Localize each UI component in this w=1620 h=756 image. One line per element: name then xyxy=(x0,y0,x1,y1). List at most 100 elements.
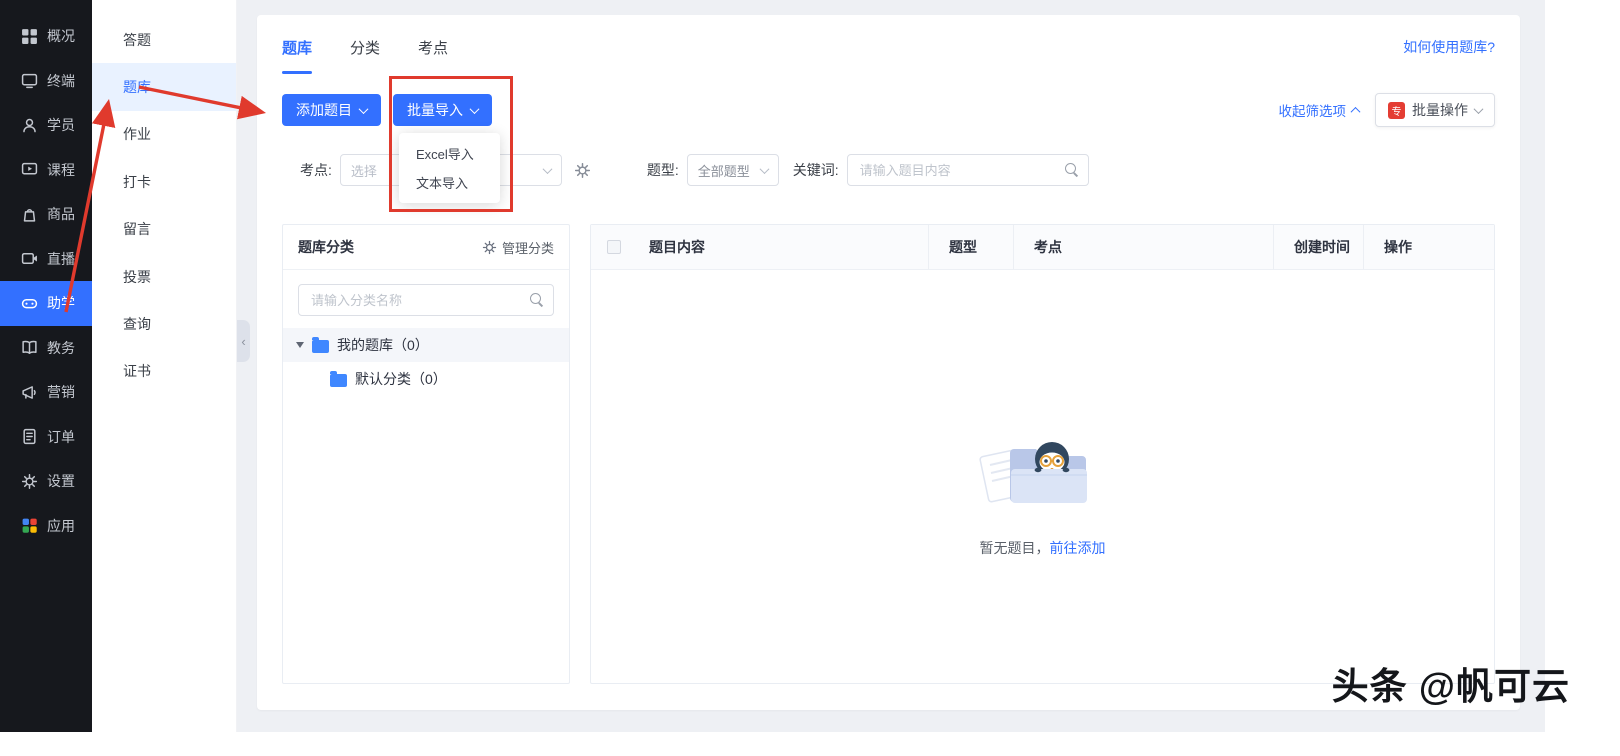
tab-1[interactable]: 分类 xyxy=(350,15,380,79)
help-link[interactable]: 如何使用题库? xyxy=(1403,37,1495,57)
tab-0[interactable]: 题库 xyxy=(282,15,312,79)
sidebar-item-users[interactable]: 学员 xyxy=(0,103,92,148)
question-table-panel: 题目内容 题型 考点 创建时间 操作 暂无题目，前往添加 xyxy=(590,224,1495,684)
tabs: 题库 分类 考点 xyxy=(282,15,486,79)
submenu-item-1[interactable]: 题库 xyxy=(92,63,236,111)
caret-down-icon[interactable] xyxy=(296,342,304,348)
table-header: 题目内容 题型 考点 创建时间 操作 xyxy=(591,225,1494,270)
sidebar-item-edu[interactable]: 教务 xyxy=(0,326,92,371)
chevron-down-icon xyxy=(358,103,369,114)
go-add-link[interactable]: 前往添加 xyxy=(1050,540,1106,556)
apps-icon xyxy=(21,517,38,534)
category-search-input[interactable] xyxy=(298,284,554,316)
submenu-item-0[interactable]: 答题 xyxy=(92,16,236,63)
batch-import-label: 批量导入 xyxy=(407,102,463,118)
batch-import-button[interactable]: 批量导入 xyxy=(393,94,492,126)
submenu-item-5[interactable]: 投票 xyxy=(92,253,236,300)
edu-icon xyxy=(21,339,38,356)
sidebar-item-course[interactable]: 课程 xyxy=(0,148,92,193)
sidebar-item-marketing[interactable]: 营销 xyxy=(0,370,92,415)
table-column-4: 操作 xyxy=(1384,239,1412,255)
select-all-checkbox[interactable] xyxy=(607,240,621,254)
tab-2[interactable]: 考点 xyxy=(418,15,448,79)
chevron-up-icon xyxy=(1350,106,1361,117)
empty-illustration xyxy=(978,442,1087,503)
submenu-item-4[interactable]: 留言 xyxy=(92,206,236,253)
chevron-down-icon xyxy=(759,163,770,174)
primary-sidebar: 概况终端学员课程商品直播助学教务 营销订单设置应用 xyxy=(0,0,92,732)
panels: 题库分类 管理分类 我的题库（0） 默认分类（0） 题目内容题型考点创建时间 操作 xyxy=(257,224,1520,684)
manage-categories-button[interactable]: 管理分类 xyxy=(482,238,554,257)
sidebar-item-label: 商品 xyxy=(47,206,75,223)
tree-node-label: 我的题库（0） xyxy=(337,337,429,353)
sidebar-item-label: 设置 xyxy=(47,473,75,490)
sidebar-item-label: 课程 xyxy=(47,161,75,178)
sidebar-item-label: 学员 xyxy=(47,117,75,134)
sidebar-item-apps[interactable]: 应用 xyxy=(0,504,92,549)
sidebar-item-label: 终端 xyxy=(47,72,75,89)
folder-icon xyxy=(330,370,347,387)
chevron-down-icon xyxy=(469,103,480,114)
filter-keyword: 关键词: xyxy=(793,154,1089,186)
type-select[interactable]: 全部题型 xyxy=(686,154,779,186)
study-icon xyxy=(21,295,38,312)
sidebar-item-live[interactable]: 直播 xyxy=(0,237,92,282)
add-question-label: 添加题目 xyxy=(296,102,352,118)
table-column-1: 题型 xyxy=(929,225,1014,269)
add-question-button[interactable]: 添加题目 xyxy=(282,94,381,126)
toolbar: 添加题目 批量导入 收起筛选项 专 批量操作 xyxy=(257,93,1520,127)
sidebar-item-order[interactable]: 订单 xyxy=(0,415,92,460)
batch-operations-label: 批量操作 xyxy=(1412,102,1468,118)
sidebar-item-settings[interactable]: 设置 xyxy=(0,459,92,504)
sidebar-item-label: 概况 xyxy=(47,28,75,45)
kaodian-settings-gear-icon[interactable] xyxy=(574,162,591,179)
grid-icon xyxy=(21,28,38,45)
submenu-item-3[interactable]: 打卡 xyxy=(92,158,236,205)
tabs-row: 题库 分类 考点 如何使用题库? xyxy=(257,15,1520,79)
keyword-input-wrap xyxy=(846,154,1089,186)
sidebar-item-grid[interactable]: 概况 xyxy=(0,14,92,59)
import-menu-item-1[interactable]: 文本导入 xyxy=(399,168,500,197)
gear-icon xyxy=(482,240,497,255)
toolbar-right: 收起筛选项 专 批量操作 xyxy=(1278,93,1495,127)
live-icon xyxy=(21,250,38,267)
collapse-filters-link[interactable]: 收起筛选项 xyxy=(1278,100,1361,120)
table-column-0: 题目内容 xyxy=(637,225,929,269)
collapse-filters-label: 收起筛选项 xyxy=(1278,104,1347,119)
category-panel-header: 题库分类 管理分类 xyxy=(283,225,569,270)
empty-text-label: 暂无题目， xyxy=(979,540,1050,556)
folder-icon xyxy=(312,336,329,353)
users-icon xyxy=(21,117,38,134)
tree-node-1[interactable]: 默认分类（0） xyxy=(283,362,569,396)
search-icon xyxy=(530,293,543,306)
kaodian-value: 选择 xyxy=(350,163,377,179)
type-label: 题型: xyxy=(646,162,679,178)
sidebar-item-study[interactable]: 助学 xyxy=(0,281,92,326)
sidebar-item-label: 助学 xyxy=(47,295,75,312)
submenu-item-7[interactable]: 证书 xyxy=(92,348,236,395)
course-icon xyxy=(21,161,38,178)
category-panel: 题库分类 管理分类 我的题库（0） 默认分类（0） xyxy=(282,224,570,684)
import-dropdown-menu: Excel导入 文本导入 xyxy=(399,133,500,203)
submenu-item-2[interactable]: 作业 xyxy=(92,111,236,158)
import-menu-item-0[interactable]: Excel导入 xyxy=(399,139,500,168)
category-tree: 我的题库（0） 默认分类（0） xyxy=(283,328,569,396)
terminal-icon xyxy=(21,72,38,89)
keyword-input[interactable] xyxy=(846,154,1089,186)
sidebar-item-label: 直播 xyxy=(47,250,75,267)
sidebar-item-terminal[interactable]: 终端 xyxy=(0,59,92,104)
tree-node-0[interactable]: 我的题库（0） xyxy=(283,328,569,362)
question-bank-card: 题库分类考点 如何使用题库? 添加题目 批量导入 收起筛选项 专 批量操作 xyxy=(257,15,1520,710)
tree-node-label: 默认分类（0） xyxy=(355,371,447,387)
collapse-icon: ‹ xyxy=(241,333,246,349)
type-value: 全部题型 xyxy=(697,163,750,179)
batch-operations-button[interactable]: 专 批量操作 xyxy=(1375,93,1495,127)
sidebar-item-label: 订单 xyxy=(47,428,75,445)
empty-state: 暂无题目，前往添加 xyxy=(974,413,1112,558)
pro-badge-icon: 专 xyxy=(1388,101,1405,119)
sidebar-collapse-handle[interactable]: ‹ xyxy=(237,320,250,362)
keyword-label: 关键词: xyxy=(792,162,839,178)
settings-icon xyxy=(21,473,38,490)
sidebar-item-goods[interactable]: 商品 xyxy=(0,192,92,237)
submenu-item-6[interactable]: 查询 xyxy=(92,300,236,347)
